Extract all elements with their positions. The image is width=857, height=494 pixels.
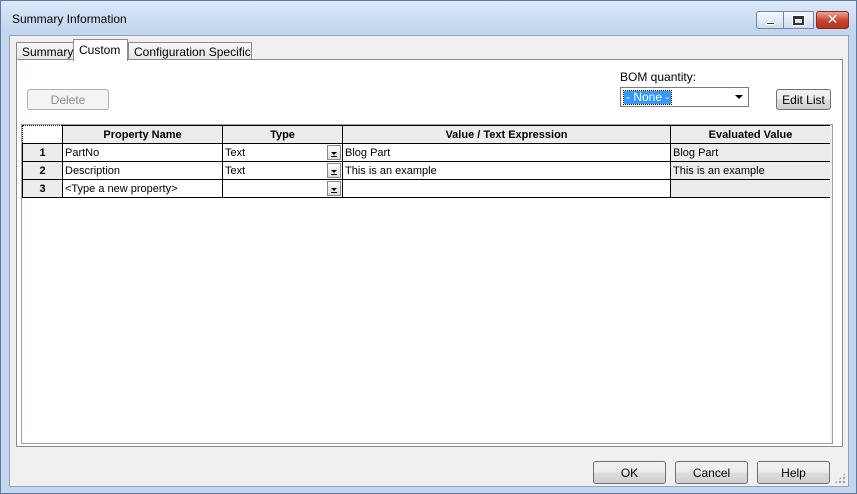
grid-area: Property Name Type Value / Text Expressi… bbox=[22, 125, 832, 443]
dialog-client-area: Summary Custom Configuration Specific De… bbox=[9, 35, 849, 487]
custom-tab-panel: Delete BOM quantity: - None - Edit List bbox=[16, 59, 843, 447]
maximize-button[interactable] bbox=[784, 11, 814, 29]
bom-quantity-label: BOM quantity: bbox=[620, 70, 697, 84]
chevron-down-icon[interactable] bbox=[327, 181, 341, 196]
evaluated-value-cell bbox=[670, 179, 831, 198]
close-icon: ✕ bbox=[826, 12, 839, 28]
row-number[interactable]: 1 bbox=[22, 143, 63, 162]
property-name-cell[interactable]: PartNo bbox=[62, 143, 223, 162]
bom-quantity-select[interactable]: - None - bbox=[620, 87, 749, 107]
grid-edge bbox=[830, 125, 832, 443]
property-name-cell[interactable]: Description bbox=[62, 161, 223, 180]
type-cell[interactable]: Text bbox=[222, 143, 343, 162]
window-title: Summary Information bbox=[12, 12, 127, 26]
evaluated-value-cell: Blog Part bbox=[670, 143, 831, 162]
chevron-down-icon[interactable] bbox=[327, 163, 341, 178]
help-button[interactable]: Help bbox=[757, 461, 830, 484]
maximize-icon bbox=[793, 15, 804, 25]
grid-corner-cell[interactable] bbox=[22, 125, 63, 144]
type-cell[interactable]: Text bbox=[222, 161, 343, 180]
chevron-down-icon bbox=[735, 95, 743, 99]
dialog-window: Summary Information ✕ Summary Custom Con… bbox=[0, 0, 857, 494]
type-value: Text bbox=[225, 164, 246, 177]
bom-quantity-value: - None - bbox=[622, 90, 673, 105]
properties-grid: Property Name Type Value / Text Expressi… bbox=[21, 124, 833, 444]
type-cell[interactable] bbox=[222, 179, 343, 198]
table-row: 1 PartNo Text Blog Part Blog Part bbox=[22, 143, 831, 162]
type-value: Text bbox=[225, 146, 246, 159]
row-number[interactable]: 2 bbox=[22, 161, 63, 180]
value-cell[interactable]: Blog Part bbox=[342, 143, 671, 162]
table-row: 2 Description Text This is an example Th… bbox=[22, 161, 831, 180]
ok-button[interactable]: OK bbox=[593, 461, 666, 484]
title-bar: Summary Information ✕ bbox=[1, 1, 856, 35]
column-header-value[interactable]: Value / Text Expression bbox=[342, 125, 671, 144]
column-header-type[interactable]: Type bbox=[222, 125, 343, 144]
property-name-cell[interactable]: <Type a new property> bbox=[62, 179, 223, 198]
minimize-button[interactable] bbox=[756, 11, 784, 29]
table-row: 3 <Type a new property> bbox=[22, 179, 831, 198]
cancel-button[interactable]: Cancel bbox=[675, 461, 748, 484]
value-cell[interactable]: This is an example bbox=[342, 161, 671, 180]
minimize-icon bbox=[765, 22, 775, 25]
tab-custom[interactable]: Custom bbox=[73, 39, 128, 61]
evaluated-value-cell: This is an example bbox=[670, 161, 831, 180]
delete-button[interactable]: Delete bbox=[27, 89, 109, 110]
properties-table: Property Name Type Value / Text Expressi… bbox=[22, 125, 831, 198]
close-button[interactable]: ✕ bbox=[816, 11, 849, 29]
edit-list-button[interactable]: Edit List bbox=[776, 89, 831, 110]
row-number[interactable]: 3 bbox=[22, 179, 63, 198]
chevron-down-icon[interactable] bbox=[327, 145, 341, 160]
resize-grip[interactable] bbox=[834, 472, 846, 484]
column-header-evaluated-value[interactable]: Evaluated Value bbox=[670, 125, 831, 144]
column-header-property-name[interactable]: Property Name bbox=[62, 125, 223, 144]
table-header-row: Property Name Type Value / Text Expressi… bbox=[22, 125, 831, 144]
value-cell[interactable] bbox=[342, 179, 671, 198]
